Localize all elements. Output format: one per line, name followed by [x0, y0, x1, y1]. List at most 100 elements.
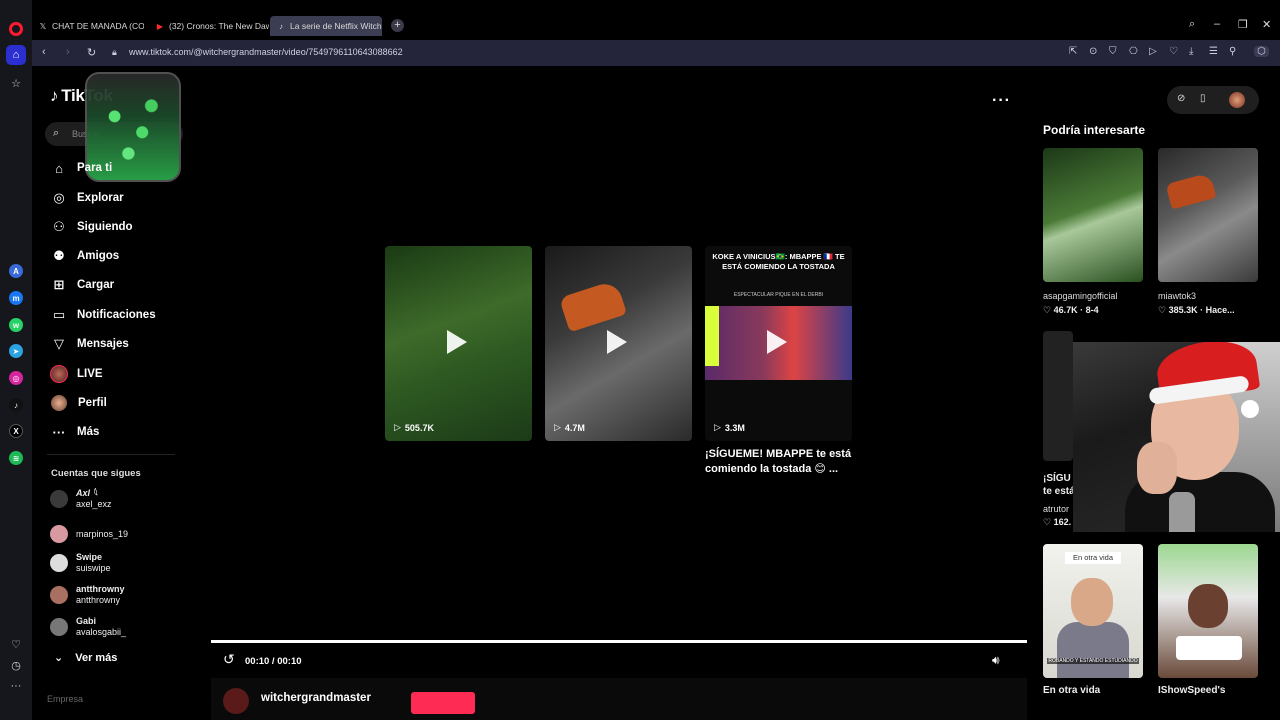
- tiktok-sidebar-icon[interactable]: ♪: [9, 398, 23, 412]
- views-label: 4.7M: [564, 422, 585, 433]
- volume-icon[interactable]: 🔊︎: [992, 653, 1000, 668]
- face-shape: [1188, 584, 1228, 628]
- heart-icon[interactable]: ♡: [1169, 46, 1178, 57]
- following-account[interactable]: marpinos_19: [50, 521, 128, 547]
- profile-icon[interactable]: ⚲: [1229, 46, 1236, 57]
- related-video-card[interactable]: ▷ 4.7M: [545, 246, 692, 441]
- x-sidebar-icon[interactable]: X: [9, 424, 23, 438]
- following-account[interactable]: Gabi avalosgabii_: [50, 614, 126, 640]
- extension-icon[interactable]: ⎔: [1129, 46, 1138, 57]
- new-tab-button[interactable]: +: [391, 19, 404, 32]
- recommended-video[interactable]: [1158, 148, 1258, 282]
- play-small-icon: ▷: [554, 422, 561, 432]
- recommended-author[interactable]: atrutor: [1043, 504, 1073, 514]
- avatar: [50, 586, 68, 604]
- minimize-button[interactable]: –: [1214, 18, 1220, 30]
- spotify-icon[interactable]: ≋: [9, 451, 23, 465]
- nav-amigos[interactable]: ⚉ Amigos: [50, 246, 119, 266]
- camera-icon[interactable]: ⊙: [1089, 46, 1097, 57]
- maximize-button[interactable]: ❐: [1238, 18, 1248, 31]
- aria-icon[interactable]: A: [9, 264, 23, 278]
- tab-witcher-active[interactable]: ♪ La serie de Netflix Witche: [270, 16, 382, 36]
- recommended-meta: ♡ 385.3K · Hace...: [1158, 305, 1235, 315]
- following-account[interactable]: antthrowny antthrowny: [50, 582, 125, 608]
- nav-label: Más: [77, 426, 100, 438]
- recommended-author[interactable]: miawtok3: [1158, 291, 1196, 301]
- microphone-shape: [1169, 492, 1195, 532]
- card-title[interactable]: ¡SÍGUEME! MBAPPE te está comiendo la tos…: [705, 447, 855, 477]
- author-avatar[interactable]: [223, 688, 249, 714]
- recommended-title[interactable]: En otra vida: [1043, 685, 1100, 696]
- recommended-meta: ♡ 162.: [1043, 517, 1072, 527]
- nav-cargar[interactable]: ⊞ Cargar: [50, 275, 115, 295]
- url-field[interactable]: www.tiktok.com/@witchergrandmaster/video…: [129, 47, 403, 57]
- see-more-button[interactable]: ⌄ Ver más: [54, 651, 117, 665]
- cube-icon[interactable]: ⬡: [1254, 46, 1269, 57]
- nav-explorar[interactable]: ◎ Explorar: [50, 188, 123, 208]
- webcam-overlay: [1073, 342, 1280, 532]
- tab-label: (32) Cronos: The New Dawn: [169, 21, 269, 31]
- car-image: [558, 279, 628, 333]
- nav-notificaciones[interactable]: ▭ Notificaciones: [50, 305, 156, 325]
- more-icon: ···: [52, 424, 66, 440]
- nav-live[interactable]: LIVE: [50, 364, 103, 384]
- following-account[interactable]: Axl 𓆩 axel_exz: [50, 486, 112, 512]
- follow-button[interactable]: [411, 692, 475, 714]
- account-handle: antthrowny: [76, 595, 121, 605]
- heart-icon[interactable]: ♡: [6, 634, 26, 654]
- views-label: 3.3M: [724, 422, 745, 433]
- company-link[interactable]: Empresa: [47, 694, 83, 704]
- following-account[interactable]: Swipe suiswipe: [50, 550, 111, 576]
- shield-icon[interactable]: ⛉: [1109, 46, 1117, 57]
- opera-logo-icon[interactable]: [9, 22, 23, 36]
- recommended-video[interactable]: [1158, 544, 1258, 678]
- more-options-icon[interactable]: ···: [992, 92, 1011, 110]
- recommended-title[interactable]: IShowSpeed's: [1158, 685, 1225, 696]
- tiktok-icon: ♪: [279, 21, 283, 31]
- nav-label: LIVE: [77, 368, 103, 380]
- author-name[interactable]: witchergrandmaster: [261, 692, 371, 704]
- device-icon[interactable]: ▯: [1200, 93, 1206, 104]
- following-section-title: Cuentas que sigues: [51, 468, 141, 479]
- account-handle: suiswipe: [76, 563, 111, 573]
- tiktok-page: ♪TikTok ⌕ Buscar ⌂Para ti ◎Explorar ⚇Sig…: [32, 66, 1280, 720]
- back-icon[interactable]: ‹: [42, 46, 46, 58]
- recommended-author[interactable]: asapgamingofficial: [1043, 291, 1117, 301]
- related-video-card[interactable]: ▷ 505.7K: [385, 246, 532, 441]
- messenger-icon[interactable]: m: [9, 291, 23, 305]
- coin-icon[interactable]: ⊘: [1177, 93, 1185, 104]
- star-icon[interactable]: ☆: [6, 73, 26, 93]
- whatsapp-icon[interactable]: w: [9, 318, 23, 332]
- telegram-icon[interactable]: ➤: [9, 344, 23, 358]
- nav-label: Para ti: [77, 162, 113, 174]
- view-count: ▷ 4.7M: [554, 422, 585, 433]
- recommended-video[interactable]: [1043, 331, 1073, 461]
- reload-icon[interactable]: ↻: [87, 46, 96, 59]
- history-icon[interactable]: ◷: [6, 655, 26, 675]
- nav-mensajes[interactable]: ▽ Mensajes: [50, 334, 129, 354]
- search-tabs-icon[interactable]: ⌕: [1189, 18, 1195, 31]
- recommended-video[interactable]: [1043, 148, 1143, 282]
- replay-icon[interactable]: ↺: [223, 651, 235, 668]
- recommended-video[interactable]: En otra vida ROBANDO Y ESTANDO ESTUDIAND…: [1043, 544, 1143, 678]
- nav-siguiendo[interactable]: ⚇ Siguiendo: [50, 217, 132, 237]
- nav-perfil[interactable]: Perfil: [50, 393, 107, 413]
- avatar: [50, 490, 68, 508]
- related-video-card[interactable]: KOKE A VINICIUS🇧🇷: MBAPPE 🇫🇷 TE ESTÁ COM…: [705, 246, 852, 441]
- home-icon[interactable]: ⌂: [6, 45, 26, 65]
- instagram-icon[interactable]: ◎: [9, 371, 23, 385]
- progress-bar[interactable]: [211, 640, 1027, 643]
- more-icon[interactable]: ···: [6, 676, 26, 696]
- menu-icon[interactable]: ☰: [1209, 46, 1218, 57]
- recommended-title-snippet[interactable]: ¡SÍGU te está: [1043, 472, 1073, 498]
- nav-mas[interactable]: ··· Más: [50, 422, 100, 442]
- tab-chat-manada[interactable]: 𝕏 CHAT DE MANADA (COMI: [32, 16, 144, 36]
- share-icon[interactable]: ⇱: [1069, 46, 1077, 57]
- play-icon[interactable]: ▷: [1149, 46, 1157, 57]
- tab-cronos[interactable]: ▶ (32) Cronos: The New Dawn: [149, 16, 269, 36]
- forward-icon[interactable]: ›: [66, 46, 70, 58]
- close-window-button[interactable]: ✕: [1262, 18, 1271, 31]
- nav-para-ti[interactable]: ⌂ Para ti: [50, 158, 112, 178]
- download-icon[interactable]: ⤓: [1189, 46, 1193, 57]
- user-avatar[interactable]: [1229, 92, 1245, 108]
